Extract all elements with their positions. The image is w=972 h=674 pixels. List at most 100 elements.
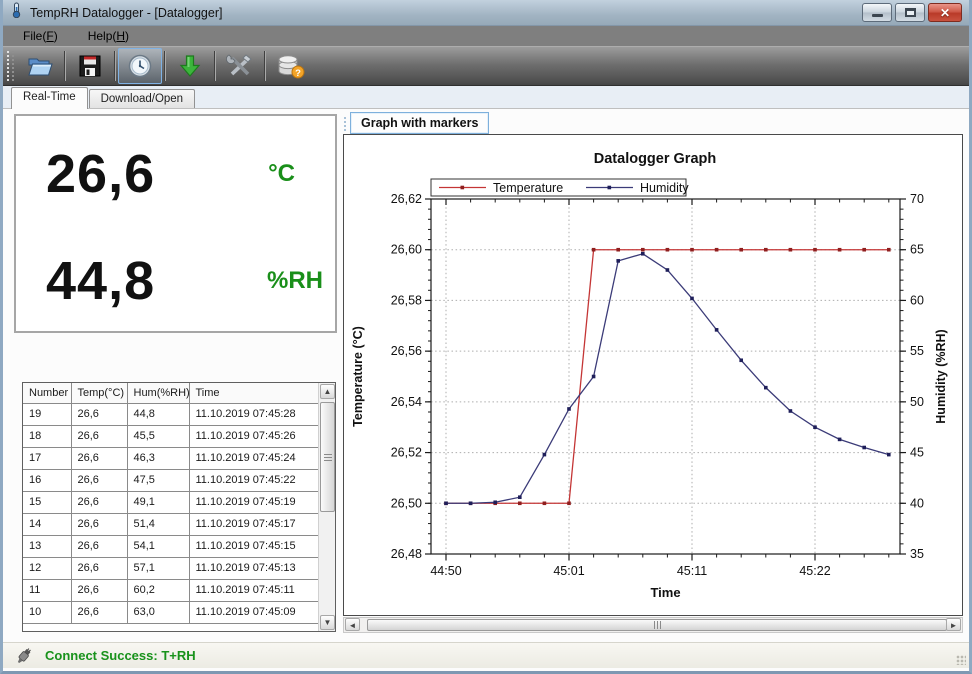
col-hum[interactable]: Hum(%RH) [127, 383, 189, 403]
svg-text:45:01: 45:01 [553, 564, 584, 578]
readout-panel: 26,6 °C 44,8 %RH [14, 114, 337, 333]
realtime-clock-button[interactable] [118, 48, 162, 84]
col-temp[interactable]: Temp(°C) [71, 383, 127, 403]
temperature-value: 26,6 [16, 143, 225, 205]
menu-bar: File(F) Help(H) [3, 26, 969, 46]
tab-strip: Real-Time Download/Open [3, 86, 969, 108]
toolbar-separator [264, 51, 266, 81]
table-row[interactable]: 1926,644,811.10.2019 07:45:28 [23, 403, 319, 425]
col-time[interactable]: Time [189, 383, 319, 403]
tab-download-open[interactable]: Download/Open [89, 89, 195, 108]
humidity-readout: 44,8 %RH [16, 224, 335, 332]
thumb-grip-icon [654, 621, 661, 629]
toolbar-separator [214, 51, 216, 81]
close-button[interactable]: ✕ [928, 3, 962, 22]
table-row[interactable]: 1826,645,511.10.2019 07:45:26 [23, 425, 319, 447]
save-button[interactable] [68, 48, 112, 84]
scroll-thumb[interactable] [320, 402, 335, 512]
scroll-left-button[interactable]: ◄ [345, 618, 360, 631]
database-help-button[interactable]: ? [268, 48, 312, 84]
tools-icon [226, 53, 254, 79]
toolbar-separator [164, 51, 166, 81]
svg-text:40: 40 [910, 496, 924, 510]
graph-mode-button[interactable]: Graph with markers [350, 112, 489, 134]
col-number[interactable]: Number [23, 383, 71, 403]
scroll-up-button[interactable]: ▲ [320, 384, 335, 399]
svg-text:Time: Time [650, 585, 680, 600]
table-row[interactable]: 1226,657,111.10.2019 07:45:13 [23, 557, 319, 579]
humidity-unit: %RH [225, 267, 335, 295]
tab-page-real-time: 26,6 °C 44,8 %RH Number Temp(°C) Hum(%RH… [3, 108, 969, 642]
table-row[interactable]: 1726,646,311.10.2019 07:45:24 [23, 447, 319, 469]
tab-real-time[interactable]: Real-Time [11, 87, 88, 109]
svg-text:70: 70 [910, 192, 924, 206]
thermometer-app-icon [8, 2, 24, 23]
svg-text:26,54: 26,54 [391, 395, 422, 409]
readings-grid: Number Temp(°C) Hum(%RH) Time 1926,644,8… [23, 383, 320, 624]
readings-table: Number Temp(°C) Hum(%RH) Time 1926,644,8… [22, 382, 336, 632]
maximize-button[interactable] [895, 3, 925, 22]
svg-text:26,60: 26,60 [391, 243, 422, 257]
menu-file[interactable]: File(F) [19, 28, 62, 44]
table-row[interactable]: 1626,647,511.10.2019 07:45:22 [23, 469, 319, 491]
window-title: TempRH Datalogger - [Datalogger] [30, 6, 856, 20]
svg-text:26,62: 26,62 [391, 192, 422, 206]
status-bar: Connect Success: T+RH [3, 642, 969, 668]
toolbar: ? [3, 46, 969, 86]
status-message: Connect Success: T+RH [45, 648, 196, 663]
minimize-button[interactable] [862, 3, 892, 22]
svg-text:26,52: 26,52 [391, 446, 422, 460]
svg-text:55: 55 [910, 344, 924, 358]
open-folder-icon [26, 53, 54, 79]
scroll-down-button[interactable]: ▼ [320, 615, 335, 630]
app-window: TempRH Datalogger - [Datalogger] ✕ File(… [0, 0, 972, 674]
svg-text:60: 60 [910, 293, 924, 307]
toolbar-grip[interactable] [7, 51, 14, 81]
graph-toolbar-grip[interactable] [344, 117, 347, 131]
svg-text:?: ? [295, 68, 301, 79]
window-controls: ✕ [862, 3, 964, 22]
menu-help[interactable]: Help(H) [84, 28, 133, 44]
svg-text:Temperature (°C): Temperature (°C) [351, 326, 365, 427]
database-question-icon: ? [275, 53, 305, 79]
table-row[interactable]: 1526,649,111.10.2019 07:45:19 [23, 491, 319, 513]
table-header-row: Number Temp(°C) Hum(%RH) Time [23, 383, 319, 403]
table-row[interactable]: 1326,654,111.10.2019 07:45:15 [23, 535, 319, 557]
svg-text:50: 50 [910, 395, 924, 409]
svg-text:26,48: 26,48 [391, 547, 422, 561]
svg-text:45:22: 45:22 [799, 564, 830, 578]
close-icon: ✕ [940, 6, 950, 20]
temperature-readout: 26,6 °C [16, 116, 335, 224]
download-button[interactable] [168, 48, 212, 84]
graph-panel: 26,4826,5026,5226,5426,5626,5826,6026,62… [343, 134, 963, 616]
scroll-right-button[interactable]: ► [946, 618, 961, 631]
table-row[interactable]: 1426,651,411.10.2019 07:45:17 [23, 513, 319, 535]
toolbar-separator [114, 51, 116, 81]
toolbar-separator [64, 51, 66, 81]
humidity-value: 44,8 [16, 250, 225, 312]
datalogger-chart: 26,4826,5026,5226,5426,5626,5826,6026,62… [344, 135, 962, 615]
open-file-button[interactable] [18, 48, 62, 84]
svg-text:44:50: 44:50 [430, 564, 461, 578]
graph-horizontal-scrollbar[interactable]: ◄ ► [343, 617, 963, 633]
svg-text:Datalogger Graph: Datalogger Graph [594, 151, 716, 167]
svg-text:Humidity: Humidity [640, 181, 689, 195]
maximize-icon [905, 8, 916, 17]
svg-text:26,58: 26,58 [391, 293, 422, 307]
minimize-icon [872, 14, 883, 17]
clock-icon [127, 53, 153, 79]
table-vertical-scrollbar[interactable]: ▲ ▼ [318, 383, 335, 631]
floppy-disk-icon [77, 53, 103, 79]
svg-text:26,56: 26,56 [391, 344, 422, 358]
resize-grip[interactable] [956, 655, 966, 665]
table-row[interactable]: 1026,663,011.10.2019 07:45:09 [23, 601, 319, 623]
table-row[interactable]: 1126,660,211.10.2019 07:45:11 [23, 579, 319, 601]
temperature-unit: °C [225, 160, 335, 188]
title-bar: TempRH Datalogger - [Datalogger] ✕ [3, 0, 969, 26]
scroll-thumb[interactable] [367, 619, 947, 631]
connector-plug-icon [15, 647, 33, 665]
svg-text:65: 65 [910, 243, 924, 257]
settings-tools-button[interactable] [218, 48, 262, 84]
svg-text:45:11: 45:11 [677, 564, 707, 578]
svg-text:Temperature: Temperature [493, 181, 563, 195]
